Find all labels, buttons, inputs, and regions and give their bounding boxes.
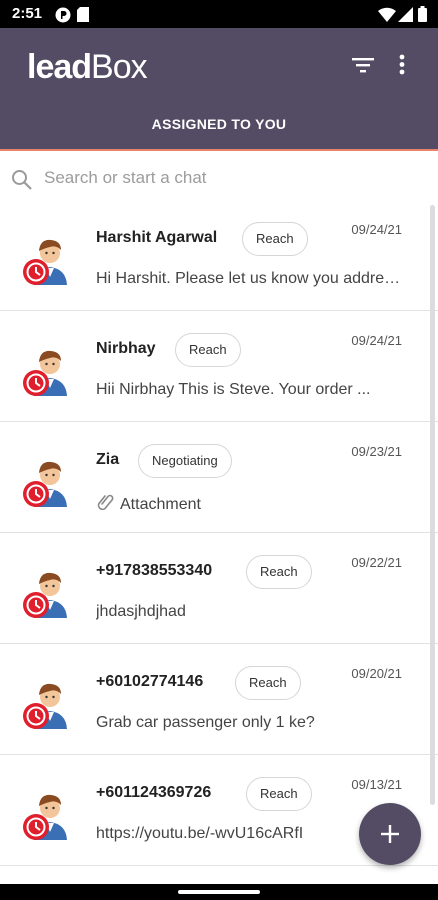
chat-date: 09/24/21 [351, 333, 402, 348]
avatar [20, 231, 72, 287]
message-preview: jhdasjhdjhad [96, 603, 186, 620]
contact-name: +917838553340 [96, 562, 213, 579]
chat-date: 09/23/21 [351, 444, 402, 459]
wifi-icon [378, 7, 396, 22]
new-chat-button[interactable] [359, 803, 421, 865]
stage-badge[interactable]: Reach [242, 222, 308, 256]
sd-card-icon [77, 7, 89, 22]
status-time: 2:51 [12, 5, 43, 22]
contact-name: +60102774146 [96, 673, 204, 690]
message-preview: Attachment [96, 492, 406, 514]
attachment-label: Attachment [120, 496, 201, 513]
avatar [20, 786, 72, 842]
stage-badge[interactable]: Reach [246, 555, 312, 589]
chat-list: Harshit Agarwal Reach 09/24/21 Hi Harshi… [0, 200, 438, 884]
avatar [20, 675, 72, 731]
chat-item[interactable]: Zia Negotiating 09/23/21 Attachment [0, 422, 438, 533]
tab-assigned-to-you[interactable]: ASSIGNED TO YOU [0, 116, 438, 132]
notification-p-icon [55, 7, 71, 23]
stage-badge[interactable]: Reach [235, 666, 301, 700]
avatar [20, 453, 72, 509]
search-input[interactable] [44, 165, 424, 191]
contact-name: Nirbhay [96, 340, 156, 357]
filter-icon [352, 58, 374, 73]
attachment-icon [97, 494, 114, 511]
home-gesture-handle[interactable] [178, 890, 260, 894]
filter-button[interactable] [348, 50, 378, 80]
chat-item[interactable]: Harshit Agarwal Reach 09/24/21 Hi Harshi… [0, 200, 438, 311]
scrollbar[interactable] [430, 205, 435, 805]
contact-name: Zia [96, 451, 120, 468]
message-preview: Hii Nirbhay This is Steve. Your order ..… [96, 381, 371, 398]
more-options-button[interactable] [390, 50, 414, 80]
app-bar: leadBox ASSIGNED TO YOU [0, 28, 438, 150]
search-icon [11, 169, 33, 196]
status-bar: 2:51 [0, 0, 438, 28]
stage-badge[interactable]: Negotiating [138, 444, 232, 478]
navigation-bar [0, 884, 438, 900]
chat-item[interactable]: Nirbhay Reach 09/24/21 Hii Nirbhay This … [0, 311, 438, 422]
chat-date: 09/24/21 [351, 222, 402, 237]
contact-name: Harshit Agarwal [96, 229, 218, 246]
avatar [20, 342, 72, 398]
battery-icon [418, 6, 427, 22]
chat-date: 09/22/21 [351, 555, 402, 570]
stage-badge[interactable]: Reach [246, 777, 312, 811]
chat-item[interactable]: +60102774146 Reach 09/20/21 Grab car pas… [0, 644, 438, 755]
logo-lead: lead [27, 48, 92, 86]
avatar [20, 564, 72, 620]
signal-icon [398, 7, 413, 22]
plus-icon [381, 825, 399, 843]
stage-badge[interactable]: Reach [175, 333, 241, 367]
more-vert-icon [399, 54, 405, 75]
app-logo: leadBox [27, 45, 148, 89]
contact-name: +601124369726 [96, 784, 212, 801]
chat-date: 09/13/21 [351, 777, 402, 792]
message-preview: Grab car passenger only 1 ke? [96, 714, 315, 731]
search-bar [0, 151, 438, 203]
chat-item[interactable]: +917838553340 Reach 09/22/21 jhdasjhdjha… [0, 533, 438, 644]
logo-box: Box [91, 48, 148, 86]
message-preview: Hi Harshit. Please let us know you addre… [96, 270, 406, 287]
chat-date: 09/20/21 [351, 666, 402, 681]
